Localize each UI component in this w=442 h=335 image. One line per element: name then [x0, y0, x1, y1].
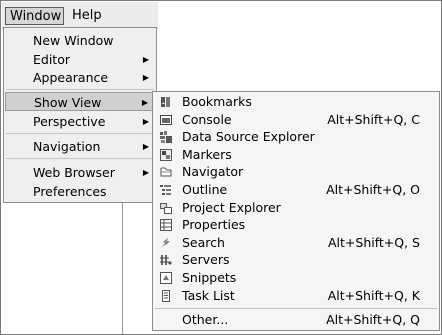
show-view-submenu: Bookmarks Console Alt+Shift+Q, C Data So…: [152, 91, 440, 331]
view-item-shortcut: Alt+Shift+Q, Q: [326, 312, 420, 327]
project-explorer-icon: [160, 202, 172, 214]
menu-item-web-browser[interactable]: Web Browser ▶: [5, 163, 155, 182]
view-item-label: Search: [182, 234, 225, 250]
menu-item-label: Show View: [34, 95, 102, 110]
view-item-shortcut: Alt+Shift+Q, K: [327, 287, 420, 303]
view-item-label: Project Explorer: [182, 199, 281, 215]
submenu-arrow-icon: ▶: [142, 55, 149, 64]
submenu-arrow-icon: ▶: [141, 98, 148, 107]
view-item-markers[interactable]: Markers: [154, 146, 438, 164]
view-item-task-list[interactable]: Task List Alt+Shift+Q, K: [154, 287, 438, 305]
window-menu: New Window Editor ▶ Appearance ▶ Show Vi…: [3, 27, 157, 203]
menu-separator: [6, 133, 154, 134]
view-item-project-explorer[interactable]: Project Explorer: [154, 199, 438, 217]
menu-window[interactable]: Window: [5, 7, 64, 25]
view-item-servers[interactable]: Servers: [154, 251, 438, 269]
menu-item-label: New Window: [33, 33, 114, 48]
menu-item-label: Preferences: [33, 184, 107, 199]
menu-separator: [6, 89, 154, 90]
servers-icon: [160, 254, 172, 266]
view-item-navigator[interactable]: Navigator: [154, 163, 438, 181]
view-item-label: Bookmarks: [182, 94, 252, 109]
view-item-label: Properties: [182, 217, 246, 233]
view-item-snippets[interactable]: Snippets: [154, 269, 438, 287]
data-source-icon: [160, 131, 172, 144]
bookmarks-icon: [160, 96, 172, 108]
menu-item-perspective[interactable]: Perspective ▶: [5, 112, 155, 131]
view-item-console[interactable]: Console Alt+Shift+Q, C: [154, 111, 438, 129]
menu-item-appearance[interactable]: Appearance ▶: [5, 68, 155, 87]
submenu-arrow-icon: ▶: [142, 168, 149, 177]
markers-icon: [160, 148, 172, 161]
view-item-other[interactable]: Other... Alt+Shift+Q, Q: [154, 311, 438, 329]
menu-item-label: Editor: [33, 52, 70, 67]
menu-item-editor[interactable]: Editor ▶: [5, 50, 155, 69]
menu-separator: [6, 158, 154, 159]
menu-item-label: Appearance: [33, 70, 109, 85]
snippets-icon: [160, 272, 172, 284]
view-item-shortcut: Alt+Shift+Q, S: [327, 234, 420, 250]
menu-item-show-view[interactable]: Show View ▶: [5, 92, 155, 111]
menu-help[interactable]: Help: [68, 7, 104, 25]
view-item-search[interactable]: Search Alt+Shift+Q, S: [154, 234, 438, 252]
outline-icon: [160, 184, 172, 196]
submenu-arrow-icon: ▶: [142, 142, 149, 151]
properties-icon: [160, 219, 172, 232]
view-item-label: Task List: [182, 287, 235, 303]
menu-item-label: Navigation: [33, 139, 101, 154]
view-item-shortcut: Alt+Shift+Q, C: [327, 111, 420, 127]
menu-item-label: Perspective: [33, 114, 106, 129]
view-item-label: Snippets: [182, 270, 237, 285]
view-item-label: Navigator: [182, 164, 244, 180]
view-item-shortcut: Alt+Shift+Q, O: [326, 182, 420, 197]
view-item-label: Outline: [182, 182, 228, 197]
navigator-icon: [160, 166, 172, 178]
view-item-label: Console: [182, 111, 232, 127]
view-item-label: Markers: [182, 146, 232, 162]
view-item-label: Servers: [182, 252, 230, 268]
menu-item-navigation[interactable]: Navigation ▶: [5, 137, 155, 156]
editor-divider: [122, 201, 123, 334]
submenu-arrow-icon: ▶: [142, 73, 149, 82]
view-item-bookmarks[interactable]: Bookmarks: [154, 93, 438, 111]
search-icon: [160, 237, 172, 249]
menu-item-label: Web Browser: [33, 165, 115, 180]
view-item-outline[interactable]: Outline Alt+Shift+Q, O: [154, 181, 438, 199]
task-list-icon: [160, 289, 172, 302]
view-item-properties[interactable]: Properties: [154, 216, 438, 234]
menu-item-preferences[interactable]: Preferences: [5, 182, 155, 201]
menu-separator: [155, 308, 437, 309]
view-item-label: Data Source Explorer: [182, 129, 315, 145]
menu-bar: Window Help: [2, 2, 158, 29]
console-icon: [160, 114, 172, 126]
submenu-arrow-icon: ▶: [142, 117, 149, 126]
menu-item-new-window[interactable]: New Window: [5, 31, 155, 50]
view-item-label: Other...: [182, 312, 229, 327]
view-item-data-source-explorer[interactable]: Data Source Explorer: [154, 128, 438, 146]
